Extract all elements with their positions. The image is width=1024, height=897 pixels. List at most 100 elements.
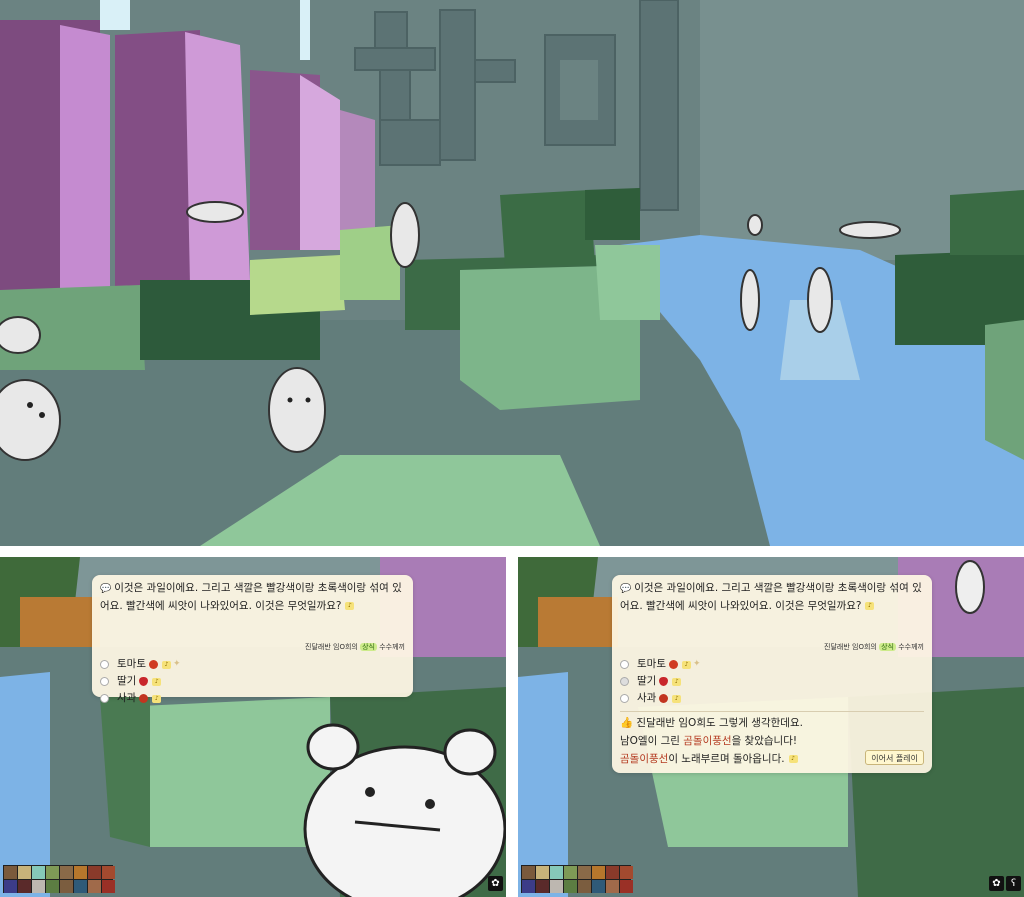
thumbs-up-icon: 👍 — [620, 717, 634, 729]
quiz-author: 진달래반 임O희의 상식 수수께끼 — [305, 639, 405, 656]
quiz-author: 진달래반 임O희의 상식 수수께끼 — [824, 639, 924, 656]
result-text-2a: 남O엘이 그린 — [620, 735, 680, 747]
question-text: 이것은 과일이에요. 그리고 색깔은 빨강색이랑 초록색이랑 섞여 있어요. 빨… — [100, 582, 402, 612]
dialog-divider — [620, 711, 924, 712]
result-text-3: 이 노래부르며 돌아옵니다. — [668, 753, 785, 765]
option-label: 사과 — [637, 692, 657, 704]
radio-button[interactable] — [620, 660, 629, 669]
hotbar-slot[interactable] — [564, 880, 577, 893]
hotbar-slot[interactable] — [592, 866, 605, 879]
quiz-view-question[interactable]: 💬 이것은 과일이에요. 그리고 색깔은 빨강색이랑 초록색이랑 섞여 있어요. … — [0, 557, 506, 897]
apple-icon — [139, 694, 149, 703]
hotbar-slot[interactable] — [564, 866, 577, 879]
hotbar-slot[interactable] — [592, 880, 605, 893]
hotbar-slot[interactable] — [74, 880, 87, 893]
hotbar-slot[interactable] — [88, 880, 101, 893]
audio-icon[interactable]: ♪ — [672, 694, 682, 703]
option-apple[interactable]: 사과 ♪ — [100, 690, 162, 707]
hotbar-slot[interactable] — [550, 880, 563, 893]
category-tag: 상식 — [879, 643, 896, 651]
audio-icon[interactable]: ♪ — [865, 602, 875, 610]
sparkle-icon: ✦ — [172, 659, 181, 669]
hotbar-slot[interactable] — [4, 880, 17, 893]
option-strawberry[interactable]: 딸기 ♪ — [100, 673, 162, 690]
hotbar-slot[interactable] — [578, 880, 591, 893]
hotbar-slot[interactable] — [550, 866, 563, 879]
option-label: 토마토 — [637, 658, 666, 670]
tomato-icon — [148, 660, 158, 669]
radio-button[interactable] — [620, 694, 629, 703]
hotbar-slot[interactable] — [74, 866, 87, 879]
radio-button[interactable] — [100, 660, 109, 669]
author-prefix: 진달래반 임O희의 — [305, 643, 358, 651]
hotbar-slot[interactable] — [18, 866, 31, 879]
audio-icon[interactable]: ♪ — [152, 677, 162, 686]
hotbar-slot[interactable] — [60, 866, 73, 879]
found-item-name: 곰돌이풍선 — [683, 735, 732, 747]
strawberry-icon — [659, 677, 669, 686]
quiz-dialog-answered: 💬 이것은 과일이에요. 그리고 색깔은 빨강색이랑 초록색이랑 섞여 있어요. … — [612, 575, 932, 773]
speech-bubble-icon: 💬 — [100, 584, 112, 594]
quiz-question: 💬 이것은 과일이에요. 그리고 색깔은 빨강색이랑 초록색이랑 섞여 있어요. … — [100, 580, 406, 615]
category-tag: 상식 — [360, 643, 377, 651]
sparkle-icon: ✦ — [692, 659, 701, 669]
hotbar-slot[interactable] — [536, 866, 549, 879]
option-label: 토마토 — [117, 658, 146, 670]
strawberry-icon — [139, 677, 149, 686]
audio-icon[interactable]: ♪ — [788, 755, 798, 763]
hotbar-slot[interactable] — [18, 880, 31, 893]
result-line-1: 👍 진달래반 임O희도 그렇게 생각한데요. — [620, 715, 926, 732]
author-prefix: 진달래반 임O희의 — [824, 643, 877, 651]
speech-bubble-icon: 💬 — [620, 584, 632, 594]
continue-play-button[interactable]: 이어서 플레이 — [865, 750, 924, 765]
audio-icon[interactable]: ♪ — [681, 660, 691, 669]
hotbar-slot[interactable] — [46, 880, 59, 893]
audio-icon[interactable]: ♪ — [152, 694, 162, 703]
inventory-hotbar[interactable] — [3, 865, 115, 893]
hotbar-slot[interactable] — [102, 880, 115, 893]
world-view-top[interactable] — [0, 0, 1024, 546]
author-suffix: 수수께끼 — [898, 643, 924, 651]
hotbar-slot[interactable] — [620, 880, 633, 893]
option-label: 딸기 — [637, 675, 657, 687]
creature-icon[interactable]: ✿ — [488, 876, 503, 891]
returning-item-name: 곰돌이풍선 — [620, 753, 669, 765]
option-tomato[interactable]: 토마토 ♪ ✦ — [620, 656, 701, 673]
hotbar-slot[interactable] — [32, 880, 45, 893]
hotbar-slot[interactable] — [4, 866, 17, 879]
option-tomato[interactable]: 토마토 ♪ ✦ — [100, 656, 181, 673]
audio-icon[interactable]: ♪ — [161, 660, 171, 669]
hotbar-slot[interactable] — [32, 866, 45, 879]
apple-icon — [659, 694, 669, 703]
bear-icon[interactable]: ʕ — [1006, 876, 1021, 891]
world-scene — [0, 0, 1024, 546]
tomato-icon — [668, 660, 678, 669]
quiz-question: 💬 이것은 과일이에요. 그리고 색깔은 빨강색이랑 초록색이랑 섞여 있어요. … — [620, 580, 926, 615]
hotbar-slot[interactable] — [620, 866, 633, 879]
option-strawberry[interactable]: 딸기 ♪ — [620, 673, 682, 690]
hotbar-slot[interactable] — [606, 880, 619, 893]
audio-icon[interactable]: ♪ — [345, 602, 355, 610]
audio-icon[interactable]: ♪ — [672, 677, 682, 686]
inventory-hotbar[interactable] — [521, 865, 633, 893]
quiz-view-answered[interactable]: 💬 이것은 과일이에요. 그리고 색깔은 빨강색이랑 초록색이랑 섞여 있어요. … — [518, 557, 1024, 897]
hotbar-slot[interactable] — [102, 866, 115, 879]
radio-button[interactable] — [100, 677, 109, 686]
hotbar-slot[interactable] — [88, 866, 101, 879]
hotbar-slot[interactable] — [522, 880, 535, 893]
hotbar-slot[interactable] — [522, 866, 535, 879]
quiz-dialog: 💬 이것은 과일이에요. 그리고 색깔은 빨강색이랑 초록색이랑 섞여 있어요. … — [92, 575, 413, 704]
hotbar-slot[interactable] — [578, 866, 591, 879]
radio-button-selected[interactable] — [620, 677, 629, 686]
hotbar-slot[interactable] — [60, 880, 73, 893]
result-text-2b: 을 찾았습니다! — [731, 735, 798, 747]
creature-icon[interactable]: ✿ — [989, 876, 1004, 891]
question-text: 이것은 과일이에요. 그리고 색깔은 빨강색이랑 초록색이랑 섞여 있어요. 빨… — [620, 582, 922, 612]
hotbar-slot[interactable] — [536, 880, 549, 893]
result-text-1: 진달래반 임O희도 그렇게 생각한데요. — [636, 717, 803, 729]
hotbar-slot[interactable] — [46, 866, 59, 879]
option-apple[interactable]: 사과 ♪ — [620, 690, 682, 707]
radio-button[interactable] — [100, 694, 109, 703]
option-label: 사과 — [117, 692, 137, 704]
hotbar-slot[interactable] — [606, 866, 619, 879]
